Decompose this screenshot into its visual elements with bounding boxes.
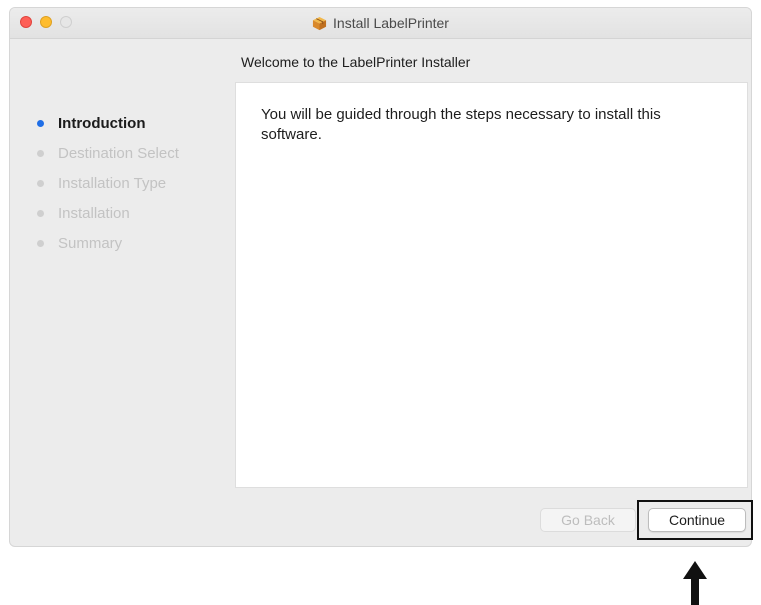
step-indicator-icon: [37, 209, 44, 217]
step-label: Summary: [58, 234, 123, 252]
step-introduction: Introduction: [30, 108, 179, 138]
step-indicator-icon: [37, 239, 44, 247]
intro-text: You will be guided through the steps nec…: [261, 106, 661, 143]
package-icon: [312, 16, 327, 30]
step-installation: Installation: [30, 198, 179, 228]
step-label: Installation: [58, 204, 130, 222]
step-label: Installation Type: [58, 174, 167, 192]
continue-highlight-box: [637, 500, 753, 540]
title-bar[interactable]: Install LabelPrinter: [10, 8, 751, 39]
step-installation-type: Installation Type: [30, 168, 179, 198]
step-list: Introduction Destination Select Installa…: [30, 108, 179, 258]
window-title-text: Install LabelPrinter: [333, 15, 449, 31]
step-label: Introduction: [58, 114, 146, 132]
page-heading: Welcome to the LabelPrinter Installer: [241, 54, 471, 70]
step-indicator-icon: [37, 179, 44, 187]
content-panel: You will be guided through the steps nec…: [235, 82, 748, 488]
step-indicator-icon: [37, 119, 44, 127]
step-label: Destination Select: [58, 144, 179, 162]
step-destination-select: Destination Select: [30, 138, 179, 168]
step-summary: Summary: [30, 228, 179, 258]
go-back-button[interactable]: Go Back: [540, 508, 636, 532]
window-title: Install LabelPrinter: [10, 8, 751, 38]
step-indicator-icon: [37, 149, 44, 157]
installer-window: Install LabelPrinter Welcome to the Labe…: [9, 7, 752, 547]
up-arrow-icon: [683, 561, 707, 605]
